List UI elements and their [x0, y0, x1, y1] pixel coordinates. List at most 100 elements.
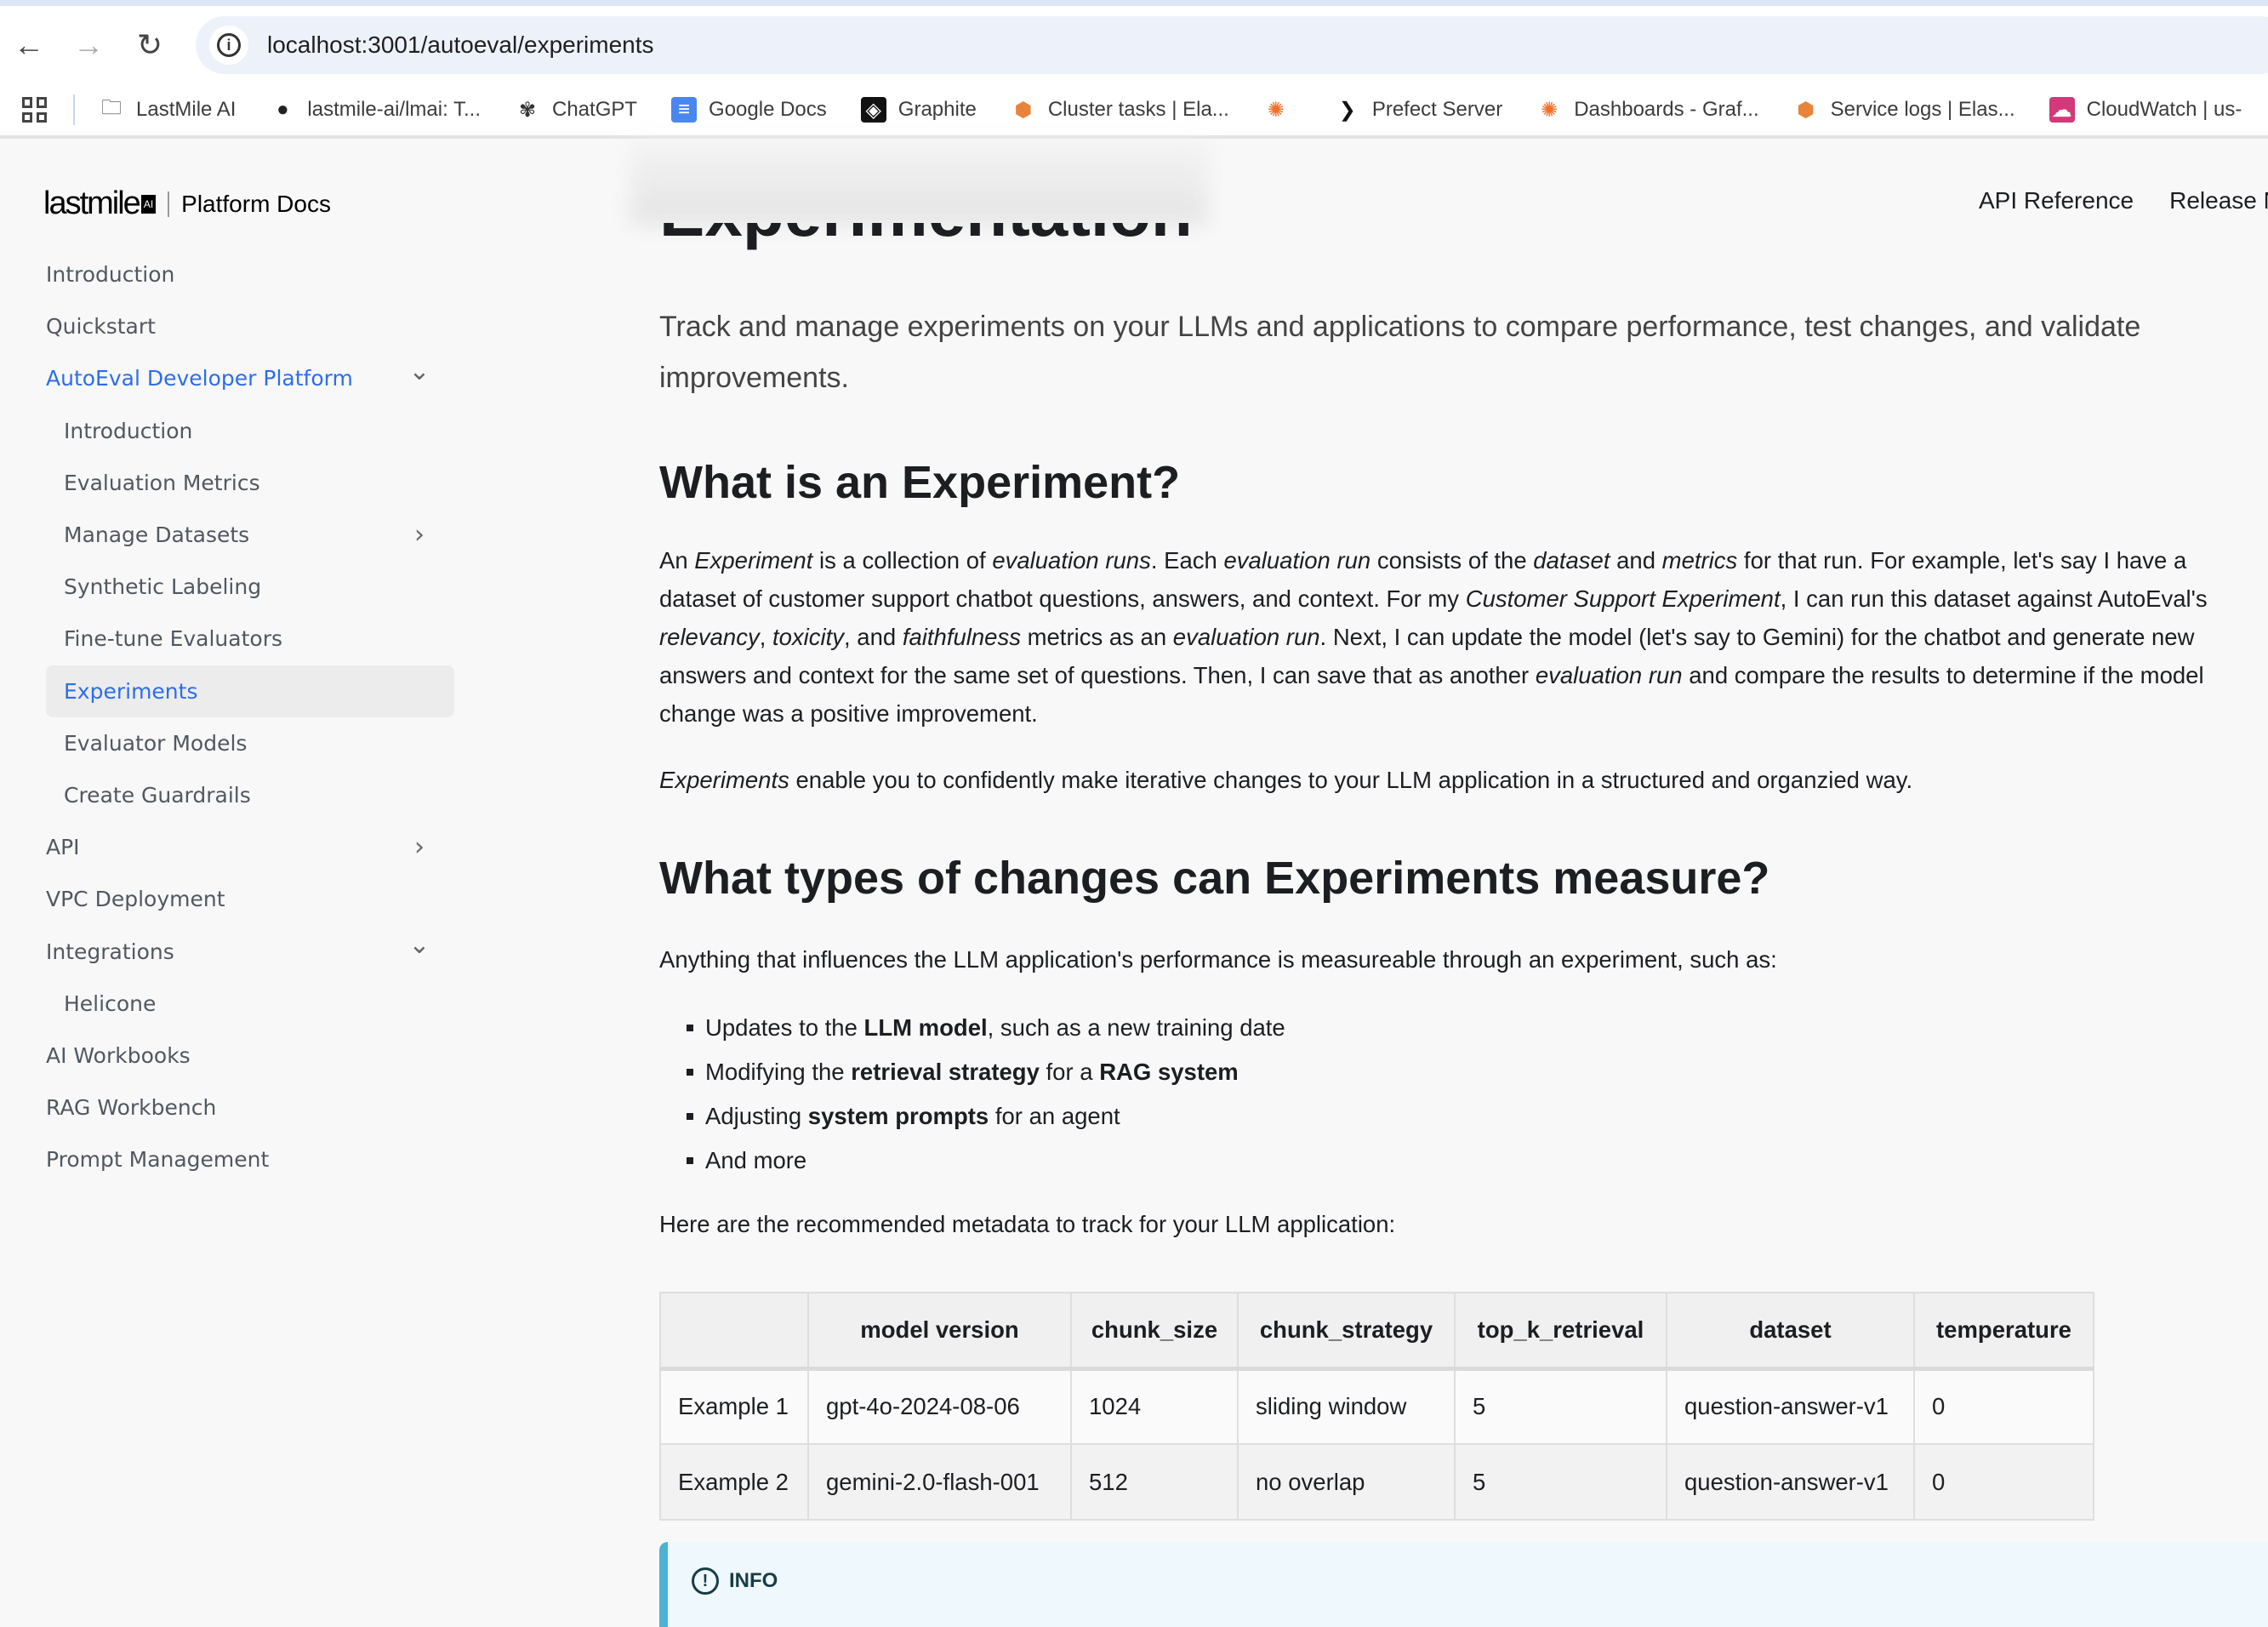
text-run: And more [705, 1147, 807, 1173]
column-header [659, 1292, 809, 1371]
bookmark-item[interactable]: ⬢ Cluster tasks | Ela... [1011, 97, 1228, 123]
sidebar-item-label: Helicone [64, 990, 157, 1016]
text-run: for a [1039, 1059, 1100, 1085]
table-row: Example 2 gemini-2.0-flash-001 512 no overl… [659, 1443, 2094, 1521]
sidebar-item[interactable]: Fine-tune Evaluators [46, 613, 454, 665]
bookmark-item[interactable]: ❯ Prefect Server [1335, 97, 1502, 123]
sidebar-item[interactable]: Integrations ⌄ [46, 925, 454, 977]
sidebar-item[interactable]: Helicone [46, 978, 454, 1030]
text-run: enable you to confidently make iterative… [789, 767, 1913, 793]
sidebar-item-label: API [46, 835, 80, 860]
page-lead: Track and manage experiments on your LLM… [659, 311, 2141, 394]
sidebar-item[interactable]: Synthetic Labeling [46, 561, 454, 613]
italic-text: relevancy [659, 624, 760, 650]
product-name: Platform Docs [181, 190, 331, 217]
sidebar-item-label: Fine-tune Evaluators [64, 626, 282, 652]
sidebar-item-label: Quickstart [46, 314, 156, 340]
text-run: , such as a new training date [987, 1014, 1285, 1041]
browser-toolbar: ← → ↻ i localhost:3001/autoeval/experime… [0, 6, 2268, 139]
sidebar-item-label: Prompt Management [46, 1147, 270, 1173]
address-bar[interactable]: i localhost:3001/autoeval/experiments [196, 16, 2268, 74]
table-header-row: model version chunk_size chunk_strategy top… [659, 1292, 2094, 1371]
text-run: Adjusting [705, 1103, 808, 1129]
sidebar-item-label: AutoEval Developer Platform [46, 366, 353, 391]
graphite-icon: ◈ [860, 97, 886, 123]
column-header: dataset [1666, 1292, 1915, 1371]
table-row: Example 1 gpt-4o-2024-08-06 1024 sliding wi… [659, 1367, 2094, 1445]
sidebar-item-label: Experiments [64, 678, 198, 704]
sidebar-item[interactable]: Create Guardrails [46, 769, 454, 821]
sidebar-item-label: VPC Deployment [46, 887, 225, 912]
chevron-right-icon[interactable]: › [407, 832, 432, 862]
text-run: . Each [1150, 547, 1224, 574]
sidebar: Introduction Quickstart AutoEval Developer… [46, 248, 454, 1185]
sidebar-item-label: AI Workbooks [46, 1042, 191, 1068]
paragraph-recommended-metadata: Here are the recommended metadata to tra… [659, 1211, 1396, 1237]
table-cell: question-answer-v1 [1666, 1443, 1915, 1521]
table-cell: 5 [1454, 1367, 1667, 1445]
back-icon[interactable]: ← [9, 25, 49, 66]
paragraph-anything-influences: Anything that influences the LLM applica… [659, 946, 1777, 973]
folder-icon: 🗀 [101, 95, 122, 119]
bookmark-label: Prefect Server [1371, 98, 1503, 121]
sidebar-item[interactable]: RAG Workbench [46, 1082, 454, 1133]
sidebar-item[interactable]: Experiments [46, 665, 454, 717]
list-item: Adjusting system prompts for an agent [659, 1094, 2259, 1139]
chevron-down-icon[interactable]: ⌄ [407, 357, 432, 386]
heading-types-of-changes: What types of changes can Experiments me… [659, 853, 1770, 904]
chevron-right-icon[interactable]: › [407, 520, 432, 550]
text-run: , and [844, 624, 903, 650]
apps-grid-icon[interactable] [22, 97, 48, 123]
divider [168, 191, 170, 217]
sidebar-item[interactable]: Evaluator Models [46, 717, 454, 769]
italic-text: evaluation run [1172, 624, 1320, 650]
bookmark-item[interactable]: ● lastmile-ai/lmai: T... [270, 97, 481, 123]
column-header: chunk_strategy [1237, 1292, 1456, 1371]
sidebar-item[interactable]: AI Workbooks [46, 1030, 454, 1082]
paragraph-experiments-enable: Experiments enable you to confidently ma… [659, 761, 2259, 799]
list-item: And more [659, 1139, 2259, 1183]
table-cell: sliding window [1237, 1367, 1456, 1445]
sidebar-item[interactable]: Introduction [46, 248, 454, 300]
sidebar-item[interactable]: Evaluation Metrics [46, 457, 454, 509]
bold-text: system prompts [807, 1103, 989, 1129]
sidebar-item[interactable]: API › [46, 821, 454, 873]
site-info-icon[interactable]: i [209, 26, 248, 65]
bookmark-item[interactable]: ✺ Dashboards - Graf... [1536, 97, 1758, 123]
text-run: , I can run this dataset against AutoEva… [1780, 585, 2208, 612]
italic-text: dataset [1533, 547, 1610, 574]
italic-text: Experiment [694, 547, 813, 574]
bookmark-item[interactable]: 🗀 LastMile AI [99, 95, 236, 123]
bookmark-item[interactable]: ☁ CloudWatch | us- [2049, 97, 2242, 123]
bookmark-item[interactable]: ✺ [1263, 97, 1301, 123]
bold-text: retrieval strategy [851, 1059, 1040, 1085]
italic-text: Experiments [659, 767, 789, 793]
table-cell: Example 2 [659, 1443, 809, 1521]
sidebar-item[interactable]: Quickstart [46, 300, 454, 352]
sidebar-item[interactable]: VPC Deployment [46, 873, 454, 925]
prefect-icon: ❯ [1338, 98, 1356, 122]
sidebar-item[interactable]: AutoEval Developer Platform ⌄ [46, 352, 454, 404]
text-run: and [1610, 547, 1662, 574]
grafana-icon: ✺ [1267, 98, 1285, 122]
table-cell: question-answer-v1 [1666, 1367, 1915, 1445]
bookmark-item[interactable]: ✾ ChatGPT [515, 97, 637, 123]
site-logo[interactable]: lastmile AI Platform Docs [43, 186, 331, 222]
bookmark-label: Dashboards - Graf... [1574, 98, 1759, 121]
chevron-down-icon[interactable]: ⌄ [407, 930, 432, 960]
list-item: Modifying the retrieval strategy for a R… [659, 1050, 2259, 1094]
sidebar-item[interactable]: Manage Datasets › [46, 509, 454, 561]
url-text[interactable]: localhost:3001/autoeval/experiments [267, 31, 654, 59]
bookmark-item[interactable]: ≡ Google Docs [671, 97, 827, 123]
sidebar-item[interactable]: Prompt Management [46, 1133, 454, 1185]
bookmark-item[interactable]: ⬢ Service logs | Elas... [1793, 97, 2014, 123]
forward-icon[interactable]: → [68, 25, 109, 66]
sidebar-item-label: Introduction [46, 262, 175, 288]
bookmark-item[interactable]: ◈ Graphite [860, 97, 977, 123]
table-cell: Example 1 [659, 1367, 809, 1445]
divider [73, 94, 75, 125]
reload-icon[interactable]: ↻ [129, 25, 170, 66]
tab-strip [0, 0, 2268, 6]
logo-badge: AI [140, 194, 157, 214]
sidebar-item[interactable]: Introduction [46, 405, 454, 457]
